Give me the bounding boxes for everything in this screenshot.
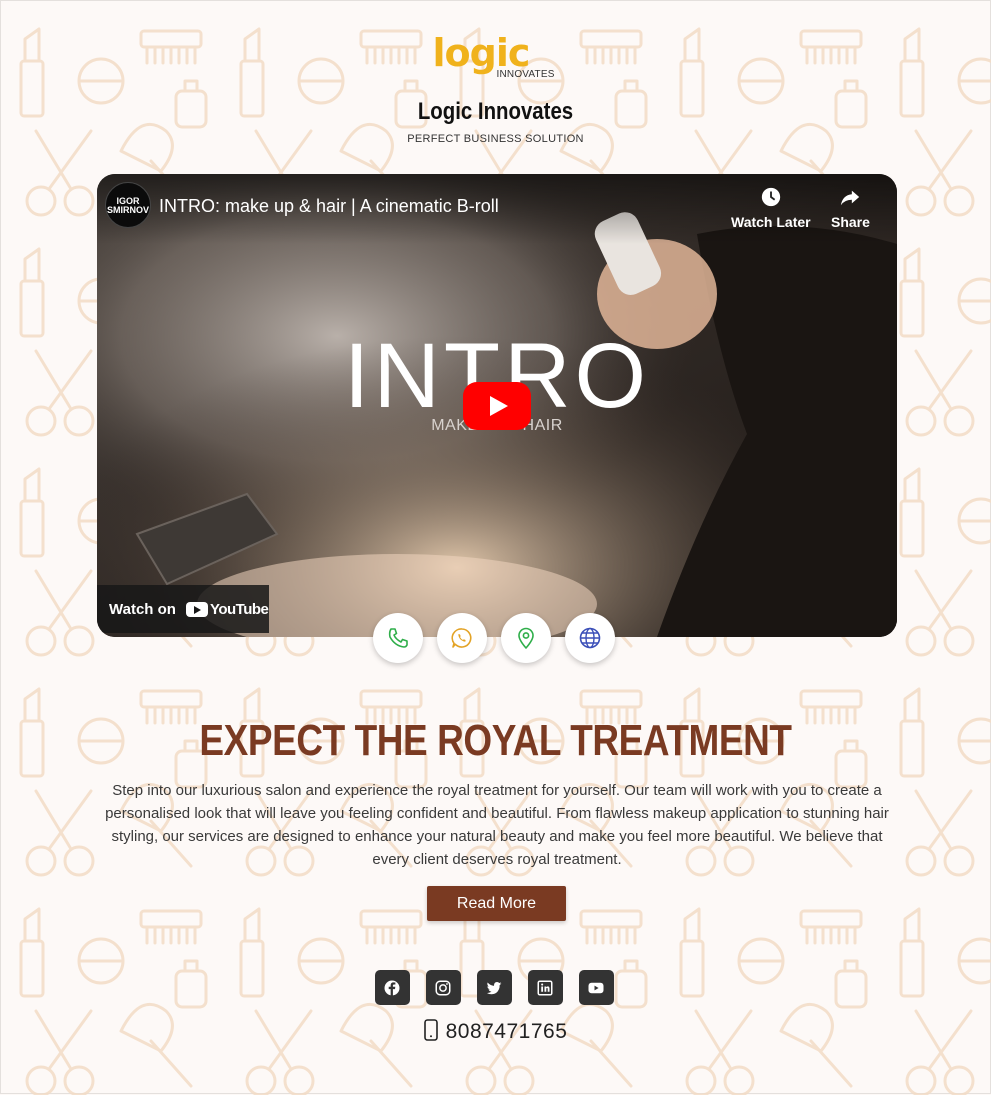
linkedin-link[interactable] bbox=[527, 970, 563, 1005]
logo[interactable]: logic INNOVATES bbox=[431, 31, 561, 85]
youtube-video-embed[interactable]: IGOR SMIRNOV INTRO: make up & hair | A c… bbox=[97, 174, 897, 637]
company-name: Logic Innovates bbox=[417, 98, 574, 125]
watch-later-label: Watch Later bbox=[731, 214, 811, 230]
youtube-link[interactable] bbox=[578, 970, 614, 1005]
youtube-icon bbox=[588, 982, 604, 993]
website-button[interactable] bbox=[565, 613, 615, 663]
phone-number: 8087471765 bbox=[445, 1020, 568, 1043]
share-arrow-icon bbox=[841, 190, 860, 206]
page: logic INNOVATES Logic Innovates PERFECT … bbox=[1, 1, 990, 1093]
facebook-link[interactable] bbox=[374, 970, 410, 1005]
mobile-phone-icon bbox=[423, 1019, 438, 1041]
section-heading: EXPECT THE ROYAL TREATMENT bbox=[199, 716, 792, 765]
phone-icon bbox=[388, 628, 408, 648]
read-more-button[interactable]: Read More bbox=[427, 886, 566, 921]
watch-later-button[interactable]: Watch Later bbox=[731, 186, 811, 230]
share-button[interactable]: Share bbox=[831, 186, 870, 230]
video-title[interactable]: INTRO: make up & hair | A cinematic B-ro… bbox=[159, 196, 499, 217]
company-tagline: PERFECT BUSINESS SOLUTION bbox=[407, 133, 584, 145]
channel-avatar[interactable]: IGOR SMIRNOV bbox=[105, 182, 151, 228]
phone-contact[interactable]: 8087471765 bbox=[1, 1019, 990, 1044]
location-button[interactable] bbox=[501, 613, 551, 663]
call-button[interactable] bbox=[373, 613, 423, 663]
instagram-link[interactable] bbox=[425, 970, 461, 1005]
whatsapp-button[interactable] bbox=[437, 613, 487, 663]
whatsapp-icon bbox=[451, 628, 472, 648]
twitter-icon bbox=[486, 981, 502, 994]
globe-icon bbox=[579, 627, 601, 649]
logo-area: logic INNOVATES bbox=[1, 31, 990, 85]
logo-subtext: INNOVATES bbox=[496, 69, 555, 80]
instagram-icon bbox=[435, 980, 451, 995]
contact-buttons bbox=[1, 613, 990, 663]
clock-icon bbox=[761, 187, 780, 207]
share-label: Share bbox=[831, 214, 870, 230]
play-button[interactable] bbox=[463, 382, 531, 430]
facebook-icon bbox=[384, 980, 400, 995]
section-description: Step into our luxurious salon and experi… bbox=[105, 782, 889, 868]
location-pin-icon bbox=[518, 627, 534, 649]
twitter-link[interactable] bbox=[476, 970, 512, 1005]
social-links bbox=[1, 970, 990, 1005]
linkedin-icon bbox=[537, 980, 553, 995]
